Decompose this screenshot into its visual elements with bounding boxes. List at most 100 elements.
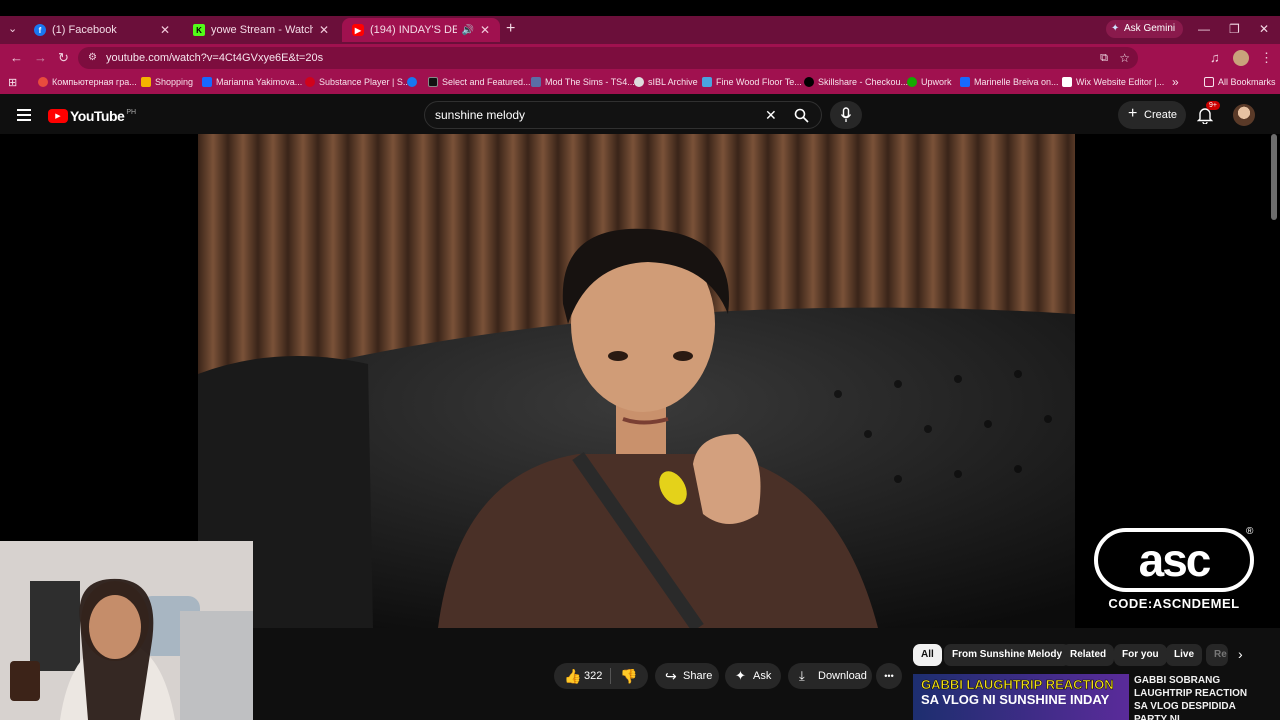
minimize-window-icon[interactable]: — — [1198, 22, 1210, 36]
audio-playing-icon[interactable]: 🔊 — [461, 25, 473, 36]
back-icon[interactable]: ← — [10, 50, 23, 65]
hamburger-menu-icon[interactable] — [17, 109, 31, 121]
watermark-text: CODE:ASCNDEMEL — [1108, 596, 1240, 611]
url-field[interactable]: ⚙ youtube.com/watch?v=4Ct4GVxye6E&t=20s … — [78, 47, 1138, 69]
bookmark-label: Select and Featured... — [442, 77, 531, 87]
bookmark-label: Upwork — [921, 77, 952, 87]
bookmark-favicon-icon — [1062, 77, 1072, 87]
related-video-thumbnail[interactable]: GABBI LAUGHTRIP REACTION SA VLOG NI SUNS… — [913, 674, 1129, 720]
chip-related[interactable]: Related — [1062, 644, 1115, 666]
bookmark-label: Substance Player | S... — [319, 77, 411, 87]
voice-search-button[interactable] — [830, 101, 862, 129]
bookmark-item[interactable]: Marianna Yakimova... — [202, 77, 302, 87]
bookmark-label: Wix Website Editor |... — [1076, 77, 1165, 87]
chip-partial[interactable]: Re — [1206, 644, 1228, 666]
download-button[interactable]: ⤓ Download — [788, 663, 872, 689]
youtube-header: ▶ YouTube PH sunshine melody ✕ + Create … — [0, 96, 1280, 134]
bookmark-label: Fine Wood Floor Te... — [716, 77, 802, 87]
new-tab-button[interactable]: + — [506, 20, 515, 38]
all-bookmarks-button[interactable]: All Bookmarks — [1204, 77, 1276, 87]
restore-window-icon[interactable]: ❐ — [1229, 22, 1240, 36]
microphone-icon — [840, 107, 852, 122]
bookmark-favicon-icon — [960, 77, 970, 87]
profile-avatar-icon[interactable] — [1233, 50, 1249, 66]
share-icon: ↪ — [665, 668, 677, 684]
more-bookmarks-button[interactable]: » — [1172, 75, 1179, 89]
tab-title: (194) INDAY'S DESPIDIDA V — [370, 24, 458, 36]
bookmark-item[interactable] — [407, 77, 421, 87]
video-frame[interactable] — [198, 134, 1075, 628]
share-button[interactable]: ↪ Share — [655, 663, 719, 689]
bookmark-item[interactable]: Компьютерная гра... — [38, 77, 137, 87]
close-window-icon[interactable]: ✕ — [1259, 22, 1269, 36]
bookmark-label: Компьютерная гра... — [52, 77, 137, 87]
registered-mark-icon: ® — [1246, 526, 1254, 537]
bookmark-item[interactable]: Marinelle Breiva on... — [960, 77, 1059, 87]
install-app-icon[interactable]: ⧉ — [1100, 47, 1108, 69]
create-button[interactable]: + Create — [1118, 101, 1186, 129]
browser-tab-bar: ⌄ f (1) Facebook ✕ K yowe Stream - Watch… — [0, 0, 1280, 44]
bookmark-favicon-icon — [702, 77, 712, 87]
youtube-logo[interactable]: ▶ YouTube PH — [48, 108, 136, 124]
video-scene-illustration — [198, 134, 1075, 628]
account-avatar[interactable] — [1233, 104, 1255, 126]
search-value: sunshine melody — [435, 108, 526, 122]
facebook-favicon-icon: f — [34, 24, 46, 36]
bookmark-item[interactable]: Substance Player | S... — [305, 77, 410, 87]
download-icon: ⤓ — [799, 668, 805, 683]
forward-icon[interactable]: → — [34, 50, 47, 65]
ask-gemini-button[interactable]: ✦ Ask Gemini — [1106, 20, 1184, 38]
page-scrollbar-thumb[interactable] — [1271, 134, 1277, 220]
search-input[interactable]: sunshine melody ✕ — [424, 101, 822, 129]
bookmark-item[interactable]: sIBL Archive — [634, 77, 698, 87]
bookmark-item[interactable]: Upwork — [907, 77, 952, 87]
bookmark-favicon-icon — [38, 77, 48, 87]
notifications-button[interactable]: 9+ — [1196, 101, 1220, 129]
bookmark-item[interactable]: Fine Wood Floor Te... — [702, 77, 802, 87]
bookmark-item[interactable]: Wix Website Editor |... — [1062, 77, 1164, 87]
window-top-strip — [0, 0, 1280, 16]
tab-youtube-active[interactable]: ▶ (194) INDAY'S DESPIDIDA V 🔊 ✕ — [342, 18, 500, 42]
bookmark-item[interactable]: Shopping — [141, 77, 193, 87]
download-label: Download — [818, 670, 867, 682]
apps-grid-icon[interactable]: ⊞ — [8, 76, 17, 89]
ask-button[interactable]: ✦ Ask — [725, 663, 781, 689]
close-tab-icon[interactable]: ✕ — [319, 23, 329, 37]
clear-search-icon[interactable]: ✕ — [765, 102, 777, 128]
ask-label: Ask — [753, 670, 772, 682]
reload-icon[interactable]: ↻ — [58, 50, 69, 66]
facebook-bookmark-icon — [407, 77, 417, 87]
browser-menu-icon[interactable]: ⋮ — [1260, 50, 1273, 66]
chip-for-you[interactable]: For you — [1114, 644, 1167, 666]
webcam-scene-illustration — [0, 541, 253, 720]
sparkle-icon: ✦ — [735, 668, 746, 683]
bookmark-star-icon[interactable]: ☆ — [1119, 47, 1130, 69]
chip-all[interactable]: All — [913, 644, 942, 666]
youtube-wordmark: YouTube — [70, 108, 125, 124]
close-tab-icon[interactable]: ✕ — [160, 23, 170, 37]
like-count[interactable]: 322 — [584, 663, 602, 689]
youtube-favicon-icon: ▶ — [352, 24, 364, 36]
bookmark-label: sIBL Archive — [648, 77, 698, 87]
bookmark-favicon-icon — [428, 77, 438, 87]
media-controls-icon[interactable]: ♫ — [1210, 50, 1220, 65]
bookmark-item[interactable]: Select and Featured... — [428, 77, 531, 87]
chevron-right-icon[interactable]: › — [1238, 646, 1243, 662]
notification-badge: 9+ — [1206, 101, 1220, 110]
close-tab-icon[interactable]: ✕ — [480, 23, 490, 37]
site-info-icon[interactable]: ⚙ — [88, 47, 97, 69]
tab-facebook[interactable]: f (1) Facebook ✕ — [24, 18, 180, 42]
more-actions-button[interactable]: ••• — [876, 663, 902, 689]
tab-kick-stream[interactable]: K yowe Stream - Watch Live on K ✕ — [183, 18, 339, 42]
bookmark-item[interactable]: Skillshare - Checkou... — [804, 77, 908, 87]
kick-favicon-icon: K — [193, 24, 205, 36]
tab-search-dropdown-icon[interactable]: ⌄ — [8, 22, 17, 35]
related-video-title[interactable]: GABBI SOBRANG LAUGHTRIP REACTION SA VLOG… — [1134, 674, 1260, 720]
like-icon[interactable]: 👍 — [564, 663, 581, 689]
bookmark-item[interactable]: Mod The Sims - TS4... — [531, 77, 635, 87]
search-icon[interactable] — [794, 108, 809, 123]
dislike-icon[interactable]: 👎 — [620, 663, 637, 689]
chip-from-sunshine-melody[interactable]: From Sunshine Melody — [944, 644, 1071, 666]
chip-live[interactable]: Live — [1166, 644, 1203, 666]
plus-icon: + — [1128, 105, 1138, 122]
